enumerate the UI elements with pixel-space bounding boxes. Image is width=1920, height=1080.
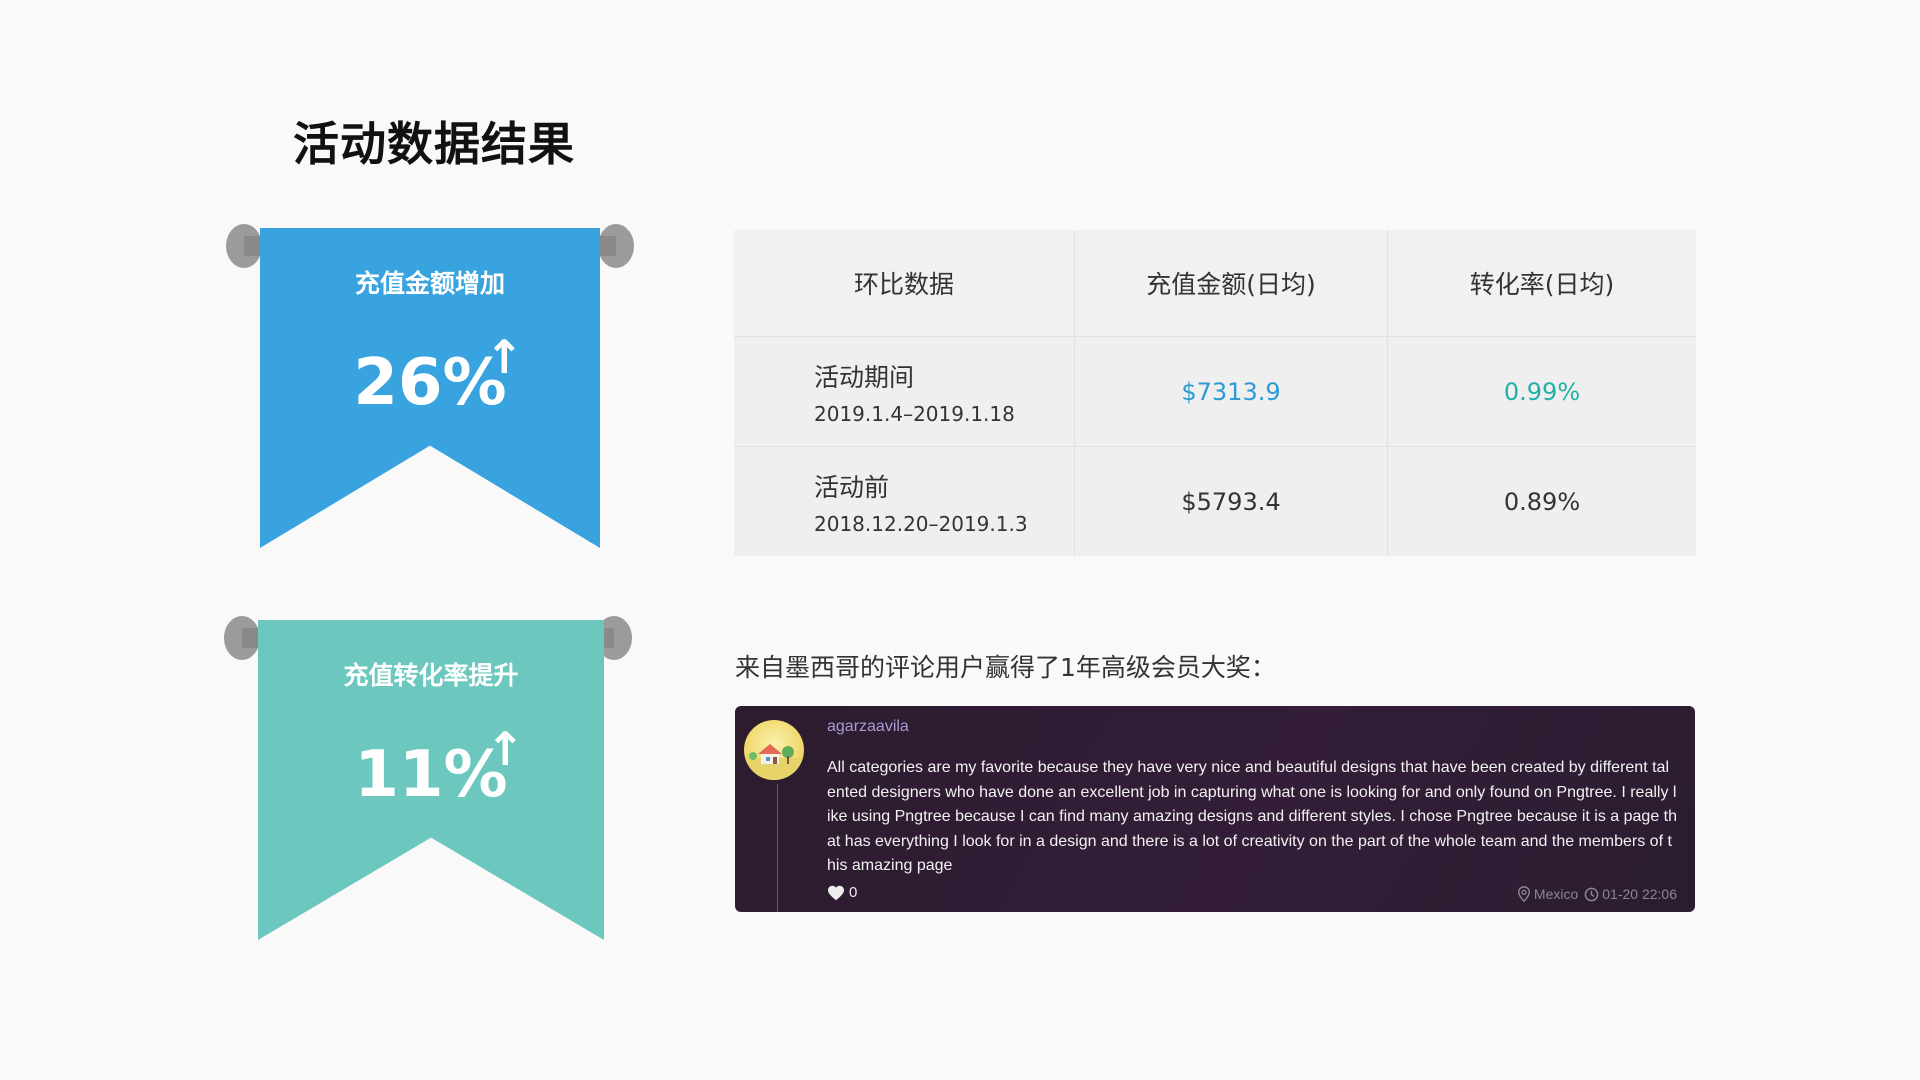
comment-card: agarzaavila All categories are my favori… xyxy=(735,706,1695,912)
scroll-roll-left xyxy=(224,616,264,660)
scroll-roll-left xyxy=(226,224,266,268)
period-name: 活动前 xyxy=(814,472,890,502)
table-row: 活动期间 2019.1.4–2019.1.18 $7313.9 0.99% xyxy=(734,336,1696,447)
amount-cell: $7313.9 xyxy=(1074,336,1388,447)
period-name: 活动期间 xyxy=(814,362,915,392)
like-count: 0 xyxy=(849,884,858,901)
up-arrow-icon: ↑ xyxy=(485,330,524,384)
scroll-roll-right xyxy=(594,224,634,268)
comment-rail xyxy=(777,784,778,912)
period-cell: 活动前 2018.12.20–2019.1.3 xyxy=(734,446,1075,556)
comparison-table: 环比数据 充值金额(日均) 转化率(日均) 活动期间 2019.1.4–2019… xyxy=(734,230,1696,556)
table-header-row: 环比数据 充值金额(日均) 转化率(日均) xyxy=(734,230,1696,337)
time-text: 01-20 22:06 xyxy=(1602,886,1677,902)
location-text: Mexico xyxy=(1533,886,1579,902)
amount-cell: $5793.4 xyxy=(1074,446,1388,556)
house-icon xyxy=(744,744,804,780)
page-title: 活动数据结果 xyxy=(293,117,575,171)
banner-recharge-amount: 充值金额增加 26% ↑ xyxy=(226,224,634,558)
rate-cell: 0.99% xyxy=(1387,336,1696,447)
header-cell: 环比数据 xyxy=(734,230,1075,337)
period-cell: 活动期间 2019.1.4–2019.1.18 xyxy=(734,336,1075,447)
banner-value: 26% xyxy=(353,346,507,420)
header-cell: 充值金额(日均) xyxy=(1074,230,1388,337)
rate-cell: 0.89% xyxy=(1387,446,1696,556)
comment-time: 01-20 22:06 xyxy=(1584,886,1677,902)
period-dates: 2019.1.4–2019.1.18 xyxy=(814,401,1015,426)
heart-icon xyxy=(828,885,844,900)
header-cell: 转化率(日均) xyxy=(1387,230,1696,337)
comment-text: All categories are my favorite because t… xyxy=(827,759,1677,874)
banner-label: 充值转化率提升 xyxy=(343,661,519,690)
like-button[interactable]: 0 xyxy=(827,884,857,901)
period-dates: 2018.12.20–2019.1.3 xyxy=(814,511,1028,536)
winner-caption: 来自墨西哥的评论用户赢得了1年高级会员大奖： xyxy=(735,653,1276,682)
location-pin-icon xyxy=(1517,886,1530,902)
banner-conversion-rate: 充值转化率提升 11% ↑ xyxy=(224,616,632,950)
comment-username[interactable]: agarzaavila xyxy=(827,718,909,736)
avatar[interactable] xyxy=(744,720,804,780)
table-row: 活动前 2018.12.20–2019.1.3 $5793.4 0.89% xyxy=(734,446,1696,556)
up-arrow-icon: ↑ xyxy=(486,722,525,776)
banner-value: 11% xyxy=(354,738,508,812)
clock-icon xyxy=(1584,887,1599,901)
banner-label: 充值金额增加 xyxy=(354,269,505,298)
comment-meta: Mexico 01-20 22:06 xyxy=(1517,886,1677,902)
comment-location: Mexico xyxy=(1517,886,1578,902)
